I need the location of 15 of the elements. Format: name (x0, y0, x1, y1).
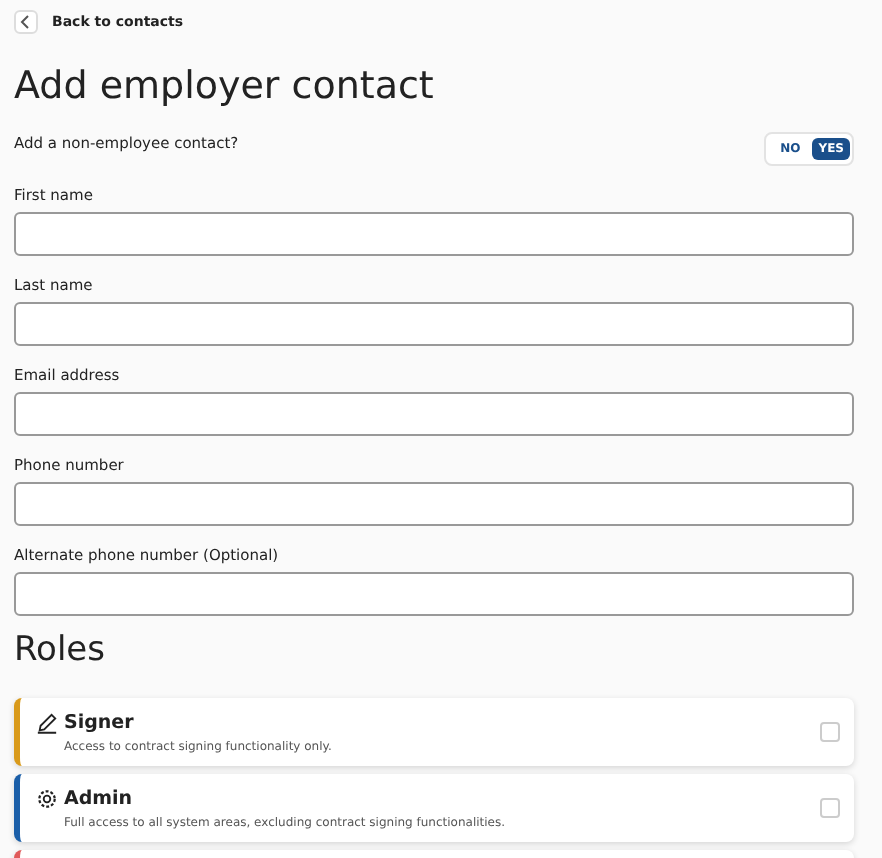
checkbox[interactable] (820, 722, 840, 742)
role-title: Admin (64, 787, 133, 809)
input-field[interactable] (14, 572, 854, 616)
input-field[interactable] (14, 392, 854, 436)
back-button[interactable] (14, 10, 38, 34)
settings-icon (36, 787, 58, 809)
input-field[interactable] (14, 212, 854, 256)
input-field[interactable] (14, 482, 854, 526)
pen-icon (36, 711, 58, 733)
chevron-left-icon (18, 14, 34, 30)
page-title: Add employer contact (14, 62, 436, 110)
input-field[interactable] (14, 302, 854, 346)
section-heading: Roles (14, 628, 107, 672)
checkbox[interactable] (820, 798, 840, 818)
role-title: Signer (64, 711, 134, 733)
